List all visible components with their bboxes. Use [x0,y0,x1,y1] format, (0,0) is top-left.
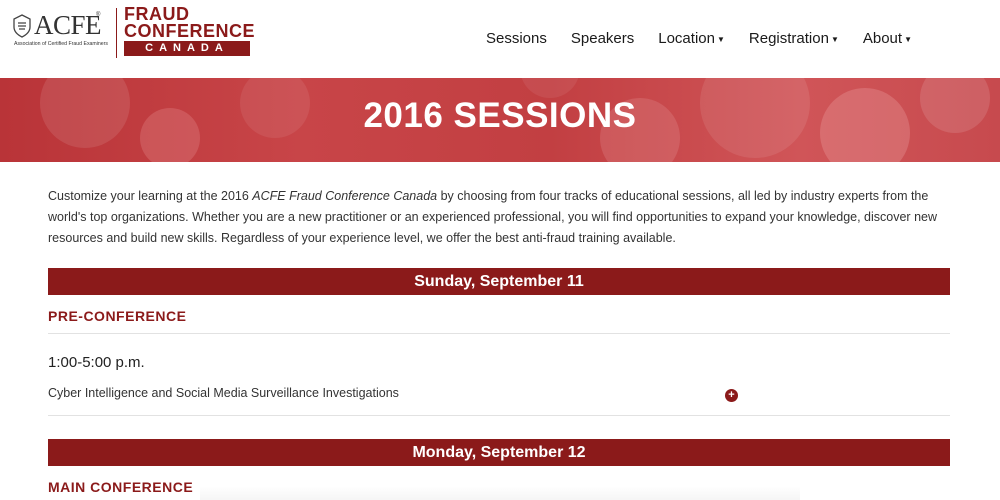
acfe-wordmark: ACFE [34,10,102,40]
session-time: 1:00-5:00 p.m. [48,354,145,371]
site-header: ACFE ® Association of Certified Fraud Ex… [0,0,1000,78]
caret-down-icon: ▼ [830,34,839,44]
main-nav: Sessions Speakers Location ▼ Registration… [486,30,936,47]
bokeh-decoration [520,78,580,98]
section-heading-pre-conference: PRE-CONFERENCE [48,308,187,324]
nav-location[interactable]: Location ▼ [658,30,725,47]
nav-about-label: About [862,30,903,47]
session-title[interactable]: Cyber Intelligence and Social Media Surv… [48,386,399,400]
intro-paragraph: Customize your learning at the 2016 ACFE… [48,186,958,249]
trademark-mark: ® [96,12,101,18]
page-title: 2016 SESSIONS [363,96,637,135]
nav-location-label: Location [658,30,715,47]
caret-down-icon: ▼ [904,34,912,44]
section-heading-main-conference: MAIN CONFERENCE [48,479,194,495]
day-header-monday: Monday, September 12 [48,439,950,466]
intro-text-start: Customize your learning at the 2016 [48,189,253,203]
intro-conference-name: ACFE Fraud Conference Canada [252,189,438,203]
logo-line-canada: CANADA [124,41,250,56]
nav-sessions[interactable]: Sessions [486,30,547,47]
logo-divider [116,8,117,58]
nav-speakers[interactable]: Speakers [571,30,634,47]
scroll-shadow [200,486,800,500]
nav-sessions-label: Sessions [486,30,547,47]
nav-speakers-label: Speakers [570,30,635,47]
divider [48,333,950,334]
caret-down-icon: ▼ [716,34,725,44]
day-header-sunday: Sunday, September 11 [48,268,950,295]
acfe-tagline: Association of Certified Fraud Examiners [14,41,108,47]
divider [48,415,950,416]
acfe-seal-icon [13,14,31,38]
page-banner: 2016 SESSIONS [0,78,1000,162]
logo-line-conference: CONFERENCE [124,21,256,41]
nav-registration-label: Registration [748,30,829,47]
nav-registration[interactable]: Registration ▼ [749,30,839,47]
nav-about[interactable]: About ▼ [863,30,912,47]
conference-logo[interactable]: FRAUD CONFERENCE [124,5,256,41]
expand-plus-icon[interactable]: + [725,389,738,402]
acfe-logo[interactable]: ACFE ® Association of Certified Fraud Ex… [12,8,112,48]
